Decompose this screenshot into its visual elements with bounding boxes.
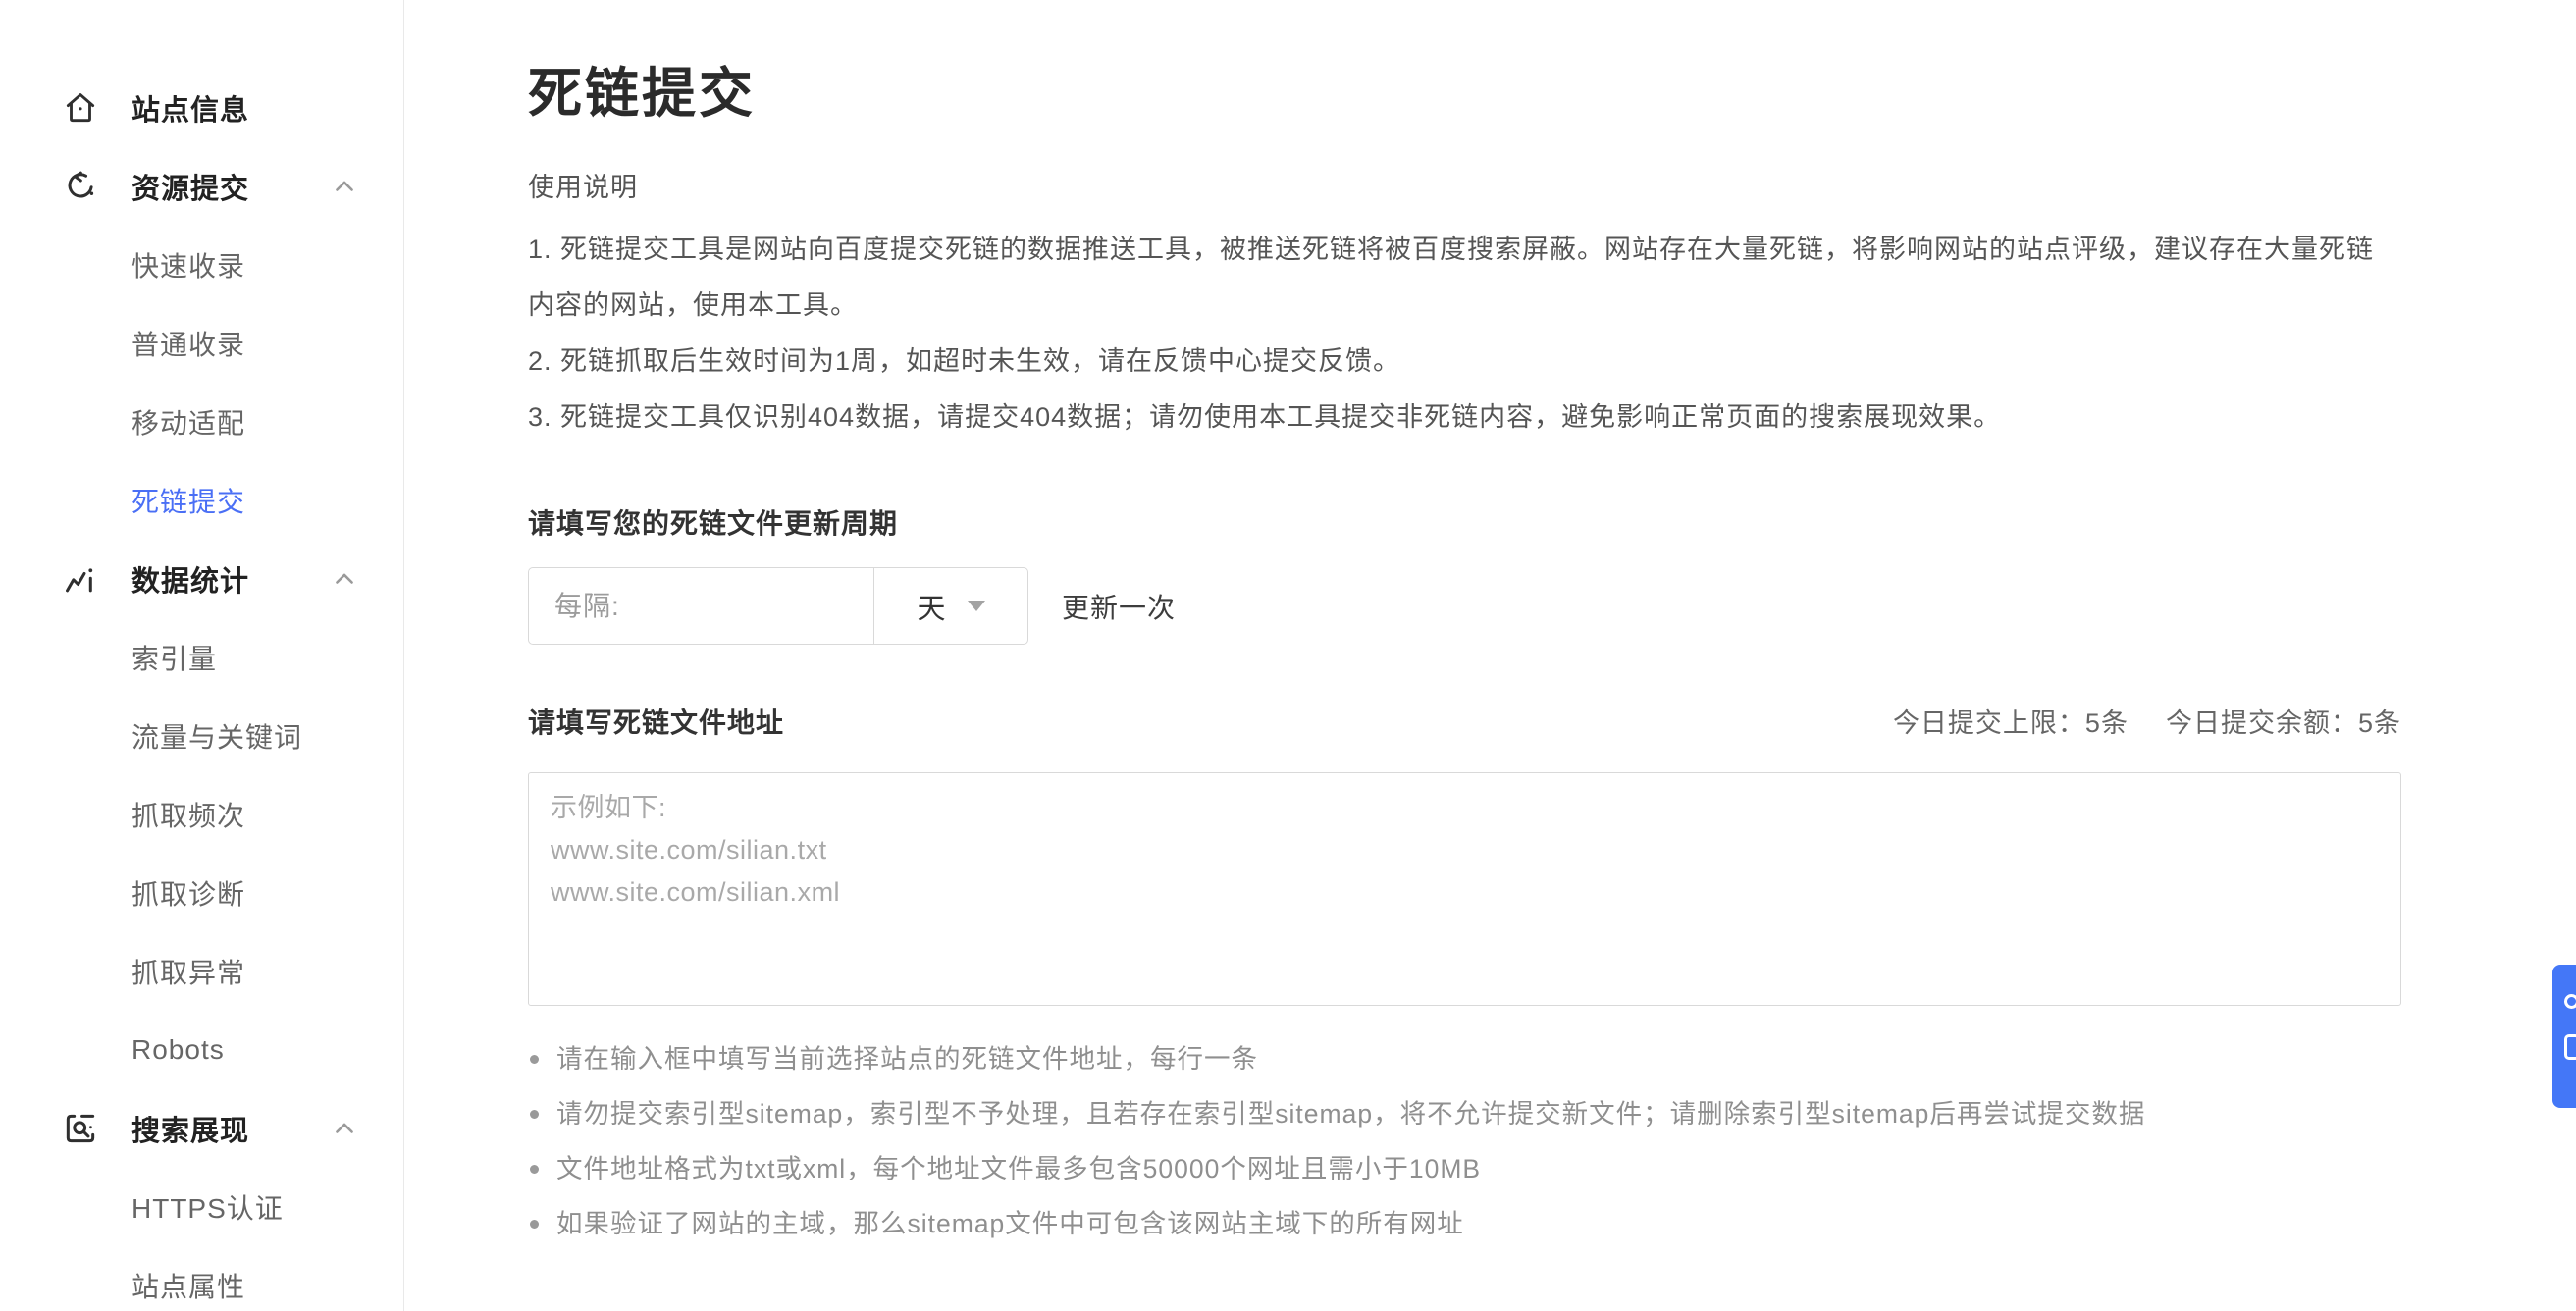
update-period-suffix: 更新一次 bbox=[1062, 587, 1176, 626]
feedback-icon bbox=[2564, 994, 2576, 1009]
quota-info: 今日提交上限：5条 今日提交余额：5条 bbox=[1893, 702, 2401, 740]
main-content: 死链提交 使用说明 1. 死链提交工具是网站向百度提交死链的数据推送工具，被推送… bbox=[404, 0, 2576, 1311]
dead-link-file-textarea[interactable] bbox=[528, 772, 2401, 1006]
resource-submit-icon bbox=[61, 167, 100, 206]
note-text: 如果验证了网站的主域，那么sitemap文件中可包含该网站主域下的所有网址 bbox=[556, 1196, 1464, 1251]
unit-dropdown[interactable]: 天 bbox=[873, 568, 1027, 644]
update-period-row: 天 更新一次 bbox=[528, 567, 2401, 645]
note-text: 文件地址格式为txt或xml，每个地址文件最多包含50000个网址且需小于10M… bbox=[556, 1141, 1481, 1196]
sidebar-item-label: 抓取频次 bbox=[131, 795, 245, 834]
instruction-line: 2. 死链抓取后生效时间为1周，如超时未生效，请在反馈中心提交反馈。 bbox=[528, 334, 2401, 390]
note-text: 请在输入框中填写当前选择站点的死链文件地址，每行一条 bbox=[556, 1031, 1258, 1086]
sidebar-item-site-info[interactable]: 站点信息 bbox=[0, 69, 403, 147]
sidebar-item-quick-inclusion[interactable]: 快速收录 bbox=[0, 226, 403, 304]
sidebar-item-label: 索引量 bbox=[131, 638, 217, 677]
usage-instructions: 1. 死链提交工具是网站向百度提交死链的数据推送工具，被推送死链将被百度搜索屏蔽… bbox=[528, 222, 2401, 446]
sidebar-item-resource-submit[interactable]: 资源提交 bbox=[0, 147, 403, 226]
sidebar-item-label: 数据统计 bbox=[131, 558, 249, 600]
sidebar-item-index-volume[interactable]: 索引量 bbox=[0, 618, 403, 697]
sidebar-item-dead-link-submit-active[interactable]: 死链提交 bbox=[0, 461, 403, 540]
interval-input[interactable] bbox=[529, 568, 873, 644]
chevron-up-icon[interactable] bbox=[331, 173, 358, 200]
sidebar: 站点信息 资源提交 快速收录 普通收录 移动适配 bbox=[0, 0, 404, 1311]
sidebar-item-label: 搜索展现 bbox=[131, 1108, 249, 1149]
sidebar-item-label: 资源提交 bbox=[131, 166, 249, 207]
instruction-line: 1. 死链提交工具是网站向百度提交死链的数据推送工具，被推送死链将被百度搜索屏蔽… bbox=[528, 222, 2401, 334]
bullet-dot-icon bbox=[530, 1165, 539, 1174]
sidebar-item-label: 普通收录 bbox=[131, 324, 245, 363]
sidebar-item-mobile-adaptation[interactable]: 移动适配 bbox=[0, 383, 403, 461]
sidebar-item-crawl-diagnosis[interactable]: 抓取诊断 bbox=[0, 854, 403, 932]
instruction-line: 3. 死链提交工具仅识别404数据，请提交404数据；请勿使用本工具提交非死链内… bbox=[528, 390, 2401, 446]
page-title: 死链提交 bbox=[528, 57, 2401, 130]
sidebar-item-label: 抓取诊断 bbox=[131, 873, 245, 913]
home-icon bbox=[61, 88, 100, 128]
sidebar-item-robots[interactable]: Robots bbox=[0, 1011, 403, 1089]
feedback-tab[interactable] bbox=[2552, 965, 2576, 1108]
file-address-header-row: 请填写死链文件地址 今日提交上限：5条 今日提交余额：5条 bbox=[528, 702, 2401, 741]
sidebar-item-data-statistics[interactable]: 数据统计 bbox=[0, 540, 403, 618]
sidebar-item-site-properties[interactable]: 站点属性 bbox=[0, 1246, 403, 1311]
dead-link-submission-page: 站点信息 资源提交 快速收录 普通收录 移动适配 bbox=[0, 0, 2576, 1311]
caret-down-icon bbox=[968, 601, 985, 611]
unit-dropdown-value: 天 bbox=[917, 586, 945, 627]
file-address-label: 请填写死链文件地址 bbox=[528, 702, 784, 741]
sidebar-item-label: 移动适配 bbox=[131, 402, 245, 442]
update-period-label: 请填写您的死链文件更新周期 bbox=[528, 502, 2401, 542]
bullet-dot-icon bbox=[530, 1055, 539, 1064]
note-item: 如果验证了网站的主域，那么sitemap文件中可包含该网站主域下的所有网址 bbox=[528, 1196, 2401, 1251]
sidebar-item-label: HTTPS认证 bbox=[131, 1187, 284, 1227]
sidebar-item-crawl-exception[interactable]: 抓取异常 bbox=[0, 932, 403, 1011]
sidebar-item-label: 站点信息 bbox=[131, 87, 249, 129]
sidebar-item-search-display[interactable]: 搜索展现 bbox=[0, 1089, 403, 1168]
note-text: 请勿提交索引型sitemap，索引型不予处理，且若存在索引型sitemap，将不… bbox=[556, 1086, 2145, 1141]
quota-remaining: 今日提交余额：5条 bbox=[2166, 702, 2401, 740]
line-chart-icon bbox=[61, 559, 100, 599]
chevron-up-icon[interactable] bbox=[331, 1115, 358, 1142]
bullet-dot-icon bbox=[530, 1110, 539, 1119]
note-item: 文件地址格式为txt或xml，每个地址文件最多包含50000个网址且需小于10M… bbox=[528, 1141, 2401, 1196]
sidebar-item-label: 快速收录 bbox=[131, 245, 245, 285]
chevron-up-icon[interactable] bbox=[331, 565, 358, 593]
bullet-dot-icon bbox=[530, 1220, 539, 1229]
sidebar-item-label: 站点属性 bbox=[131, 1266, 245, 1305]
sidebar-item-normal-inclusion[interactable]: 普通收录 bbox=[0, 304, 403, 383]
note-item: 请勿提交索引型sitemap，索引型不予处理，且若存在索引型sitemap，将不… bbox=[528, 1086, 2401, 1141]
update-period-control: 天 bbox=[528, 567, 1028, 645]
sidebar-item-label: 死链提交 bbox=[131, 481, 245, 520]
usage-heading: 使用说明 bbox=[528, 166, 2401, 204]
notes-list: 请在输入框中填写当前选择站点的死链文件地址，每行一条 请勿提交索引型sitema… bbox=[528, 1031, 2401, 1251]
sidebar-item-https-cert[interactable]: HTTPS认证 bbox=[0, 1168, 403, 1246]
sidebar-item-traffic-keywords[interactable]: 流量与关键词 bbox=[0, 697, 403, 775]
sidebar-item-label: 流量与关键词 bbox=[131, 716, 302, 756]
sidebar-item-label: 抓取异常 bbox=[131, 952, 245, 991]
feedback-icon bbox=[2564, 1034, 2576, 1060]
sidebar-item-label: Robots bbox=[131, 1034, 225, 1066]
search-display-icon bbox=[61, 1109, 100, 1148]
note-item: 请在输入框中填写当前选择站点的死链文件地址，每行一条 bbox=[528, 1031, 2401, 1086]
quota-limit: 今日提交上限：5条 bbox=[1893, 702, 2129, 740]
sidebar-item-crawl-frequency[interactable]: 抓取频次 bbox=[0, 775, 403, 854]
